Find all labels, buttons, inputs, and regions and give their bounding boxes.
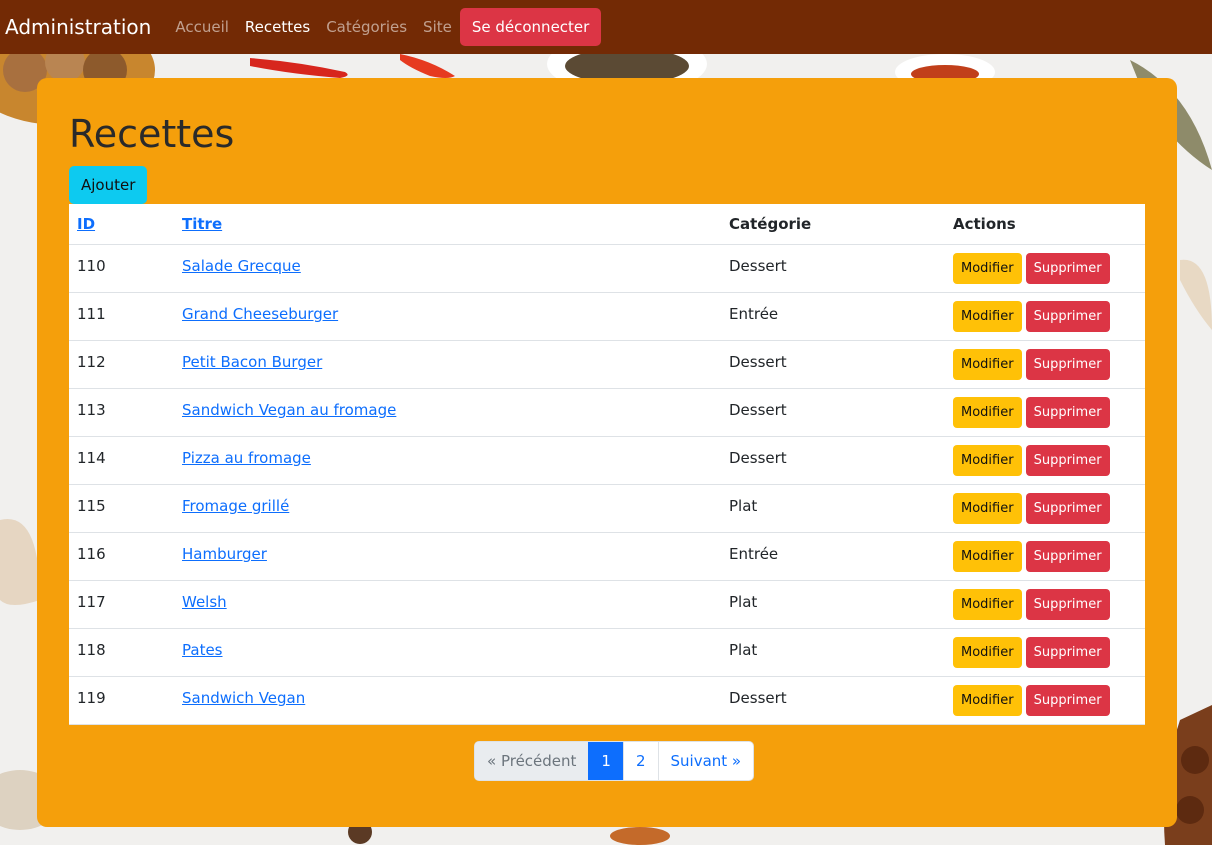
recipe-id: 116 — [69, 532, 174, 581]
recipe-id: 114 — [69, 436, 174, 485]
recipe-title-link[interactable]: Sandwich Vegan au fromage — [182, 401, 396, 419]
edit-button[interactable]: Modifier — [953, 589, 1022, 620]
recipe-category: Entrée — [721, 292, 945, 341]
row-actions: Modifier Supprimer — [945, 244, 1145, 293]
recipe-category: Dessert — [721, 340, 945, 389]
page-title: Recettes — [69, 112, 235, 156]
delete-button[interactable]: Supprimer — [1025, 589, 1110, 620]
recipe-category: Dessert — [721, 436, 945, 485]
delete-button[interactable]: Supprimer — [1025, 349, 1110, 380]
recipe-title-link[interactable]: Petit Bacon Burger — [182, 353, 322, 371]
delete-button[interactable]: Supprimer — [1025, 445, 1110, 476]
recipes-table: ID Titre Catégorie Actions 110 Salade Gr… — [69, 204, 1145, 725]
recipe-title-link[interactable]: Pates — [182, 641, 223, 659]
recipe-title-link[interactable]: Fromage grillé — [182, 497, 289, 515]
table-row: 116 Hamburger Entrée Modifier Supprimer — [69, 532, 1145, 581]
edit-button[interactable]: Modifier — [953, 493, 1022, 524]
nav-link-categories[interactable]: Catégories — [326, 18, 407, 36]
recipe-id: 111 — [69, 292, 174, 341]
row-actions: Modifier Supprimer — [945, 532, 1145, 581]
pagination-previous: « Précédent — [475, 742, 589, 780]
recipe-id: 119 — [69, 676, 174, 725]
recipe-id: 112 — [69, 340, 174, 389]
navbar-brand[interactable]: Administration — [5, 15, 151, 39]
recipe-category: Dessert — [721, 676, 945, 725]
recipe-category: Plat — [721, 484, 945, 533]
row-actions: Modifier Supprimer — [945, 388, 1145, 437]
recipe-id: 117 — [69, 580, 174, 629]
edit-button[interactable]: Modifier — [953, 637, 1022, 668]
table-row: 117 Welsh Plat Modifier Supprimer — [69, 580, 1145, 629]
column-header-id[interactable]: ID — [69, 204, 174, 245]
recipe-title-link[interactable]: Grand Cheeseburger — [182, 305, 338, 323]
recipe-title-link[interactable]: Sandwich Vegan — [182, 689, 305, 707]
delete-button[interactable]: Supprimer — [1025, 637, 1110, 668]
table-row: 112 Petit Bacon Burger Dessert Modifier S… — [69, 340, 1145, 389]
edit-button[interactable]: Modifier — [953, 397, 1022, 428]
edit-button[interactable]: Modifier — [953, 541, 1022, 572]
column-header-category: Catégorie — [721, 204, 945, 245]
main-panel: Recettes Ajouter ID Titre Catégorie Acti… — [37, 78, 1177, 827]
column-header-title[interactable]: Titre — [174, 204, 721, 245]
table-row: 119 Sandwich Vegan Dessert Modifier Suppr… — [69, 676, 1145, 725]
table-row: 115 Fromage grillé Plat Modifier Supprime… — [69, 484, 1145, 533]
row-actions: Modifier Supprimer — [945, 676, 1145, 725]
recipe-title-link[interactable]: Salade Grecque — [182, 257, 301, 275]
recipe-id: 113 — [69, 388, 174, 437]
nav-link-recettes[interactable]: Recettes — [245, 18, 310, 36]
row-actions: Modifier Supprimer — [945, 292, 1145, 341]
recipe-id: 115 — [69, 484, 174, 533]
table-row: 113 Sandwich Vegan au fromage Dessert Mo… — [69, 388, 1145, 437]
recipe-category: Plat — [721, 628, 945, 677]
edit-button[interactable]: Modifier — [953, 445, 1022, 476]
edit-button[interactable]: Modifier — [953, 253, 1022, 284]
recipe-title-link[interactable]: Hamburger — [182, 545, 267, 563]
edit-button[interactable]: Modifier — [953, 685, 1022, 716]
nav-link-accueil[interactable]: Accueil — [175, 18, 229, 36]
row-actions: Modifier Supprimer — [945, 340, 1145, 389]
delete-button[interactable]: Supprimer — [1025, 685, 1110, 716]
edit-button[interactable]: Modifier — [953, 349, 1022, 380]
sort-title-link[interactable]: Titre — [182, 215, 222, 233]
logout-button[interactable]: Se déconnecter — [459, 8, 602, 46]
recipe-category: Plat — [721, 580, 945, 629]
edit-button[interactable]: Modifier — [953, 301, 1022, 332]
add-recipe-button[interactable]: Ajouter — [69, 166, 148, 204]
sort-id-link[interactable]: ID — [77, 215, 95, 233]
row-actions: Modifier Supprimer — [945, 580, 1145, 629]
pagination-next[interactable]: Suivant » — [657, 742, 754, 780]
recipe-category: Entrée — [721, 532, 945, 581]
table-row: 118 Pates Plat Modifier Supprimer — [69, 628, 1145, 677]
pagination: « Précédent 1 2 Suivant » — [474, 741, 755, 781]
recipe-title-link[interactable]: Pizza au fromage — [182, 449, 311, 467]
pagination-page-2[interactable]: 2 — [622, 742, 658, 780]
row-actions: Modifier Supprimer — [945, 484, 1145, 533]
row-actions: Modifier Supprimer — [945, 628, 1145, 677]
delete-button[interactable]: Supprimer — [1025, 493, 1110, 524]
delete-button[interactable]: Supprimer — [1025, 541, 1110, 572]
delete-button[interactable]: Supprimer — [1025, 253, 1110, 284]
column-header-actions: Actions — [945, 204, 1145, 245]
delete-button[interactable]: Supprimer — [1025, 397, 1110, 428]
table-row: 114 Pizza au fromage Dessert Modifier Sup… — [69, 436, 1145, 485]
table-header-row: ID Titre Catégorie Actions — [69, 204, 1145, 245]
recipe-id: 118 — [69, 628, 174, 677]
recipe-title-link[interactable]: Welsh — [182, 593, 227, 611]
recipe-id: 110 — [69, 244, 174, 293]
recipe-category: Dessert — [721, 244, 945, 293]
table-row: 110 Salade Grecque Dessert Modifier Suppr… — [69, 244, 1145, 293]
top-navbar: Administration Accueil Recettes Catégori… — [0, 0, 1212, 54]
table-row: 111 Grand Cheeseburger Entrée Modifier Su… — [69, 292, 1145, 341]
row-actions: Modifier Supprimer — [945, 436, 1145, 485]
nav-link-site[interactable]: Site — [423, 18, 452, 36]
delete-button[interactable]: Supprimer — [1025, 301, 1110, 332]
pagination-page-1[interactable]: 1 — [588, 742, 623, 780]
recipe-category: Dessert — [721, 388, 945, 437]
